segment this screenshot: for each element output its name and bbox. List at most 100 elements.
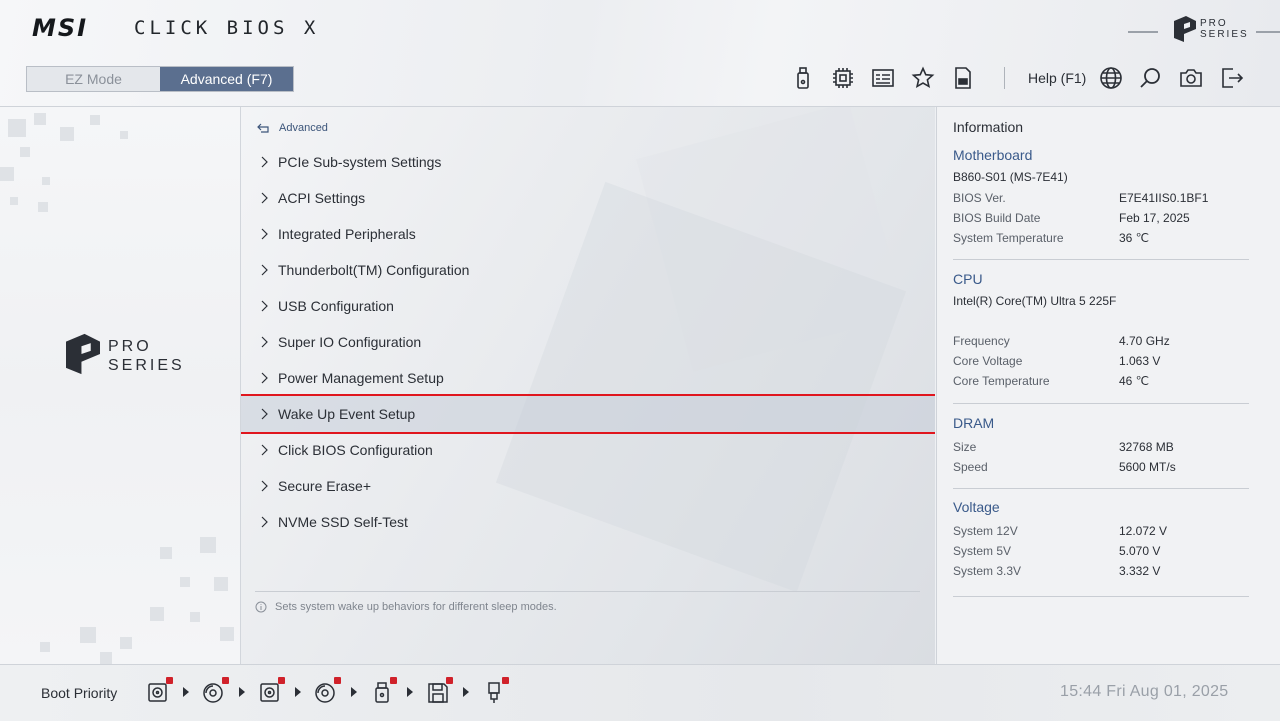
menu-item-click-bios-config[interactable]: Click BIOS Configuration: [241, 432, 935, 468]
chevron-right-icon: [261, 372, 268, 384]
chevron-right-icon: [261, 192, 268, 204]
help-text: Sets system wake up behaviors for differ…: [275, 601, 557, 613]
menu-item-acpi[interactable]: ACPI Settings: [241, 180, 935, 216]
menu-item-nvme-self-test[interactable]: NVMe SSD Self-Test: [241, 504, 935, 540]
cpu-chip-icon[interactable]: [831, 66, 855, 90]
search-icon[interactable]: [1139, 66, 1163, 90]
info-separator: [953, 596, 1249, 597]
help-button[interactable]: Help (F1): [1028, 70, 1086, 86]
info-label: Size: [953, 440, 977, 454]
msi-logo: MSI: [32, 14, 89, 42]
boot-device-optical-disc-icon[interactable]: [201, 677, 229, 705]
boot-order-arrow: [239, 687, 245, 697]
menu-item-label: Power Management Setup: [278, 370, 444, 386]
boot-device-badge: [446, 677, 453, 684]
info-value: 46 ℃: [1119, 374, 1150, 388]
advanced-menu-panel: Advanced PCIe Sub-system Settings ACPI S…: [241, 107, 935, 664]
info-value: 4.70 GHz: [1119, 334, 1170, 348]
toolbar-separator: [1004, 67, 1005, 89]
boot-priority-bar: Boot Priority 15:44 Fri Aug 01, 2025: [0, 664, 1280, 721]
menu-item-label: Thunderbolt(TM) Configuration: [278, 262, 470, 278]
chevron-right-icon: [261, 480, 268, 492]
chevron-right-icon: [261, 408, 268, 420]
menu-item-label: Click BIOS Configuration: [278, 442, 433, 458]
breadcrumb[interactable]: Advanced: [257, 122, 328, 134]
boot-device-usb-stick-icon[interactable]: [481, 677, 509, 705]
boot-device-floppy-icon[interactable]: [425, 677, 453, 705]
menu-item-label: NVMe SSD Self-Test: [278, 514, 408, 530]
boot-device-optical-disc-icon[interactable]: [313, 677, 341, 705]
pro-series-mark-icon: [1174, 16, 1196, 42]
info-value: 3.332 V: [1119, 564, 1161, 578]
info-separator: [953, 259, 1249, 260]
hardware-monitor-icon[interactable]: [871, 66, 895, 90]
motherboard-model: B860-S01 (MS-7E41): [953, 170, 1068, 184]
chevron-right-icon: [261, 336, 268, 348]
header-decor-line: [1256, 31, 1280, 33]
info-label: System 5V: [953, 544, 1012, 558]
chevron-right-icon: [261, 516, 268, 528]
info-label: BIOS Ver.: [953, 191, 1006, 205]
info-icon: [255, 601, 267, 613]
exit-icon[interactable]: [1220, 66, 1244, 90]
boot-order-arrow: [351, 687, 357, 697]
info-value: 36 ℃: [1119, 231, 1150, 245]
back-arrow-icon: [257, 123, 269, 133]
settings-menu: PCIe Sub-system Settings ACPI Settings I…: [241, 144, 935, 540]
language-globe-icon[interactable]: [1099, 66, 1123, 90]
boot-device-badge: [334, 677, 341, 684]
advanced-mode-button[interactable]: Advanced (F7): [160, 67, 293, 91]
boot-device-badge: [222, 677, 229, 684]
chevron-right-icon: [261, 444, 268, 456]
info-value: 32768 MB: [1119, 440, 1174, 454]
information-panel: Information Motherboard B860-S01 (MS-7E4…: [936, 107, 1280, 664]
dram-heading: DRAM: [953, 415, 995, 431]
favorites-star-icon[interactable]: [911, 66, 935, 90]
menu-item-label: USB Configuration: [278, 298, 394, 314]
menu-item-usb[interactable]: USB Configuration: [241, 288, 935, 324]
top-header: MSI CLICK BIOS X PRO SERIES EZ Mode Adva…: [0, 0, 1280, 107]
info-label: System Temperature: [953, 231, 1064, 245]
info-value: 5600 MT/s: [1119, 460, 1176, 474]
menu-item-power-management[interactable]: Power Management Setup: [241, 360, 935, 396]
boot-order-arrow: [407, 687, 413, 697]
info-label: Frequency: [953, 334, 1010, 348]
info-value: 12.072 V: [1119, 524, 1168, 538]
usb-flash-icon[interactable]: [791, 66, 815, 90]
boot-order-arrow: [463, 687, 469, 697]
mode-switch: EZ Mode Advanced (F7): [26, 66, 294, 92]
boot-order-arrow: [295, 687, 301, 697]
boot-device-hdd-icon[interactable]: [145, 677, 173, 705]
menu-item-wake-up-event[interactable]: Wake Up Event Setup: [241, 394, 935, 434]
help-divider: [255, 591, 920, 592]
pro-series-text: PRO SERIES: [108, 338, 185, 374]
ez-mode-button[interactable]: EZ Mode: [27, 67, 160, 91]
chevron-right-icon: [261, 300, 268, 312]
item-help: Sets system wake up behaviors for differ…: [255, 601, 557, 613]
boot-device-badge: [278, 677, 285, 684]
menu-item-secure-erase[interactable]: Secure Erase+: [241, 468, 935, 504]
boot-device-usb-drive-icon[interactable]: [369, 677, 397, 705]
screenshot-camera-icon[interactable]: [1179, 66, 1203, 90]
info-value: E7E41IIS0.1BF1: [1119, 191, 1209, 205]
pro-series-logo-large: PRO SERIES: [66, 333, 182, 380]
boot-device-badge: [502, 677, 509, 684]
info-label: BIOS Build Date: [953, 211, 1041, 225]
header-decor-line: [1128, 31, 1158, 33]
breadcrumb-label: Advanced: [279, 122, 328, 134]
pro-series-mark-icon: [66, 333, 100, 375]
chevron-right-icon: [261, 228, 268, 240]
info-label: Speed: [953, 460, 988, 474]
menu-item-integrated-peripherals[interactable]: Integrated Peripherals: [241, 216, 935, 252]
info-separator: [953, 488, 1249, 489]
boot-device-hdd-icon[interactable]: [257, 677, 285, 705]
boot-order-arrow: [183, 687, 189, 697]
boot-priority-label: Boot Priority: [41, 685, 118, 701]
menu-item-super-io[interactable]: Super IO Configuration: [241, 324, 935, 360]
menu-item-thunderbolt[interactable]: Thunderbolt(TM) Configuration: [241, 252, 935, 288]
cpu-heading: CPU: [953, 271, 983, 287]
info-title: Information: [953, 119, 1024, 135]
menu-item-pcie[interactable]: PCIe Sub-system Settings: [241, 144, 935, 180]
bios-file-icon[interactable]: [951, 66, 975, 90]
chevron-right-icon: [261, 264, 268, 276]
